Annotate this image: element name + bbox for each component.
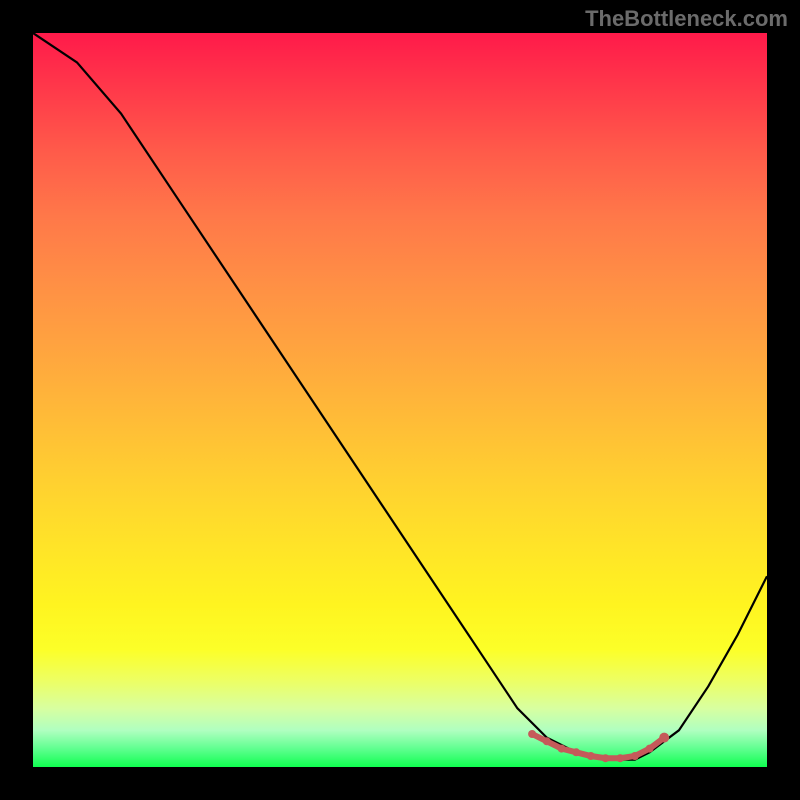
optimal-dot [587,752,595,760]
chart-plot-area [33,33,767,767]
optimal-dot [558,745,566,753]
optimal-dot [616,754,624,762]
optimal-dot [659,733,669,743]
optimal-dot [631,752,639,760]
optimal-zone-line [532,734,664,758]
optimal-dot [543,737,551,745]
watermark-text: TheBottleneck.com [585,6,788,32]
optimal-dot [646,745,654,753]
chart-svg [33,33,767,767]
optimal-dot [572,748,580,756]
bottleneck-curve [33,33,767,760]
optimal-dot [602,754,610,762]
optimal-dot [528,730,536,738]
